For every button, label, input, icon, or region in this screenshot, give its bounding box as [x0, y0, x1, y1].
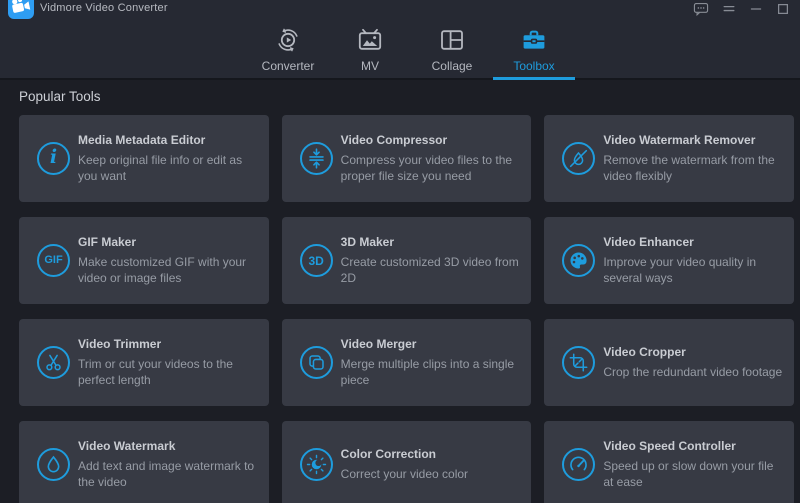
tab-converter[interactable]: Converter [247, 14, 329, 80]
compress-icon [300, 142, 333, 175]
tool-title: Video Speed Controller [603, 439, 783, 454]
speedometer-icon [562, 448, 595, 481]
tool-card-media-metadata-editor[interactable]: i Media Metadata Editor Keep original fi… [19, 115, 269, 202]
watermark-remover-icon [562, 142, 595, 175]
tool-description: Improve your video quality in several wa… [603, 254, 783, 286]
tab-label: Collage [432, 59, 473, 73]
window-controls [693, 2, 790, 16]
tool-description: Remove the watermark from the video flex… [603, 152, 783, 184]
tool-title: Media Metadata Editor [78, 133, 258, 148]
tab-label: Converter [262, 59, 315, 73]
section-title: Popular Tools [19, 89, 800, 105]
main-tabs: Converter MV Collage Toolbox [247, 14, 575, 80]
tool-description: Keep original file info or edit as you w… [78, 152, 258, 184]
tab-label: MV [361, 59, 379, 73]
sun-icon [300, 448, 333, 481]
tool-description: Crop the redundant video footage [603, 364, 782, 380]
tool-card-video-watermark-remover[interactable]: Video Watermark Remover Remove the water… [544, 115, 794, 202]
water-drop-icon [37, 448, 70, 481]
window-title: Vidmore Video Converter [40, 2, 168, 14]
merge-icon [300, 346, 333, 379]
crop-icon [562, 346, 595, 379]
tool-title: Video Watermark Remover [603, 133, 783, 148]
tool-description: Compress your video files to the proper … [341, 152, 521, 184]
collage-icon [439, 27, 465, 53]
tab-mv[interactable]: MV [329, 14, 411, 80]
tool-title: Color Correction [341, 447, 468, 462]
tool-card-gif-maker[interactable]: GIF GIF Maker Make customized GIF with y… [19, 217, 269, 304]
tool-description: Correct your video color [341, 466, 468, 482]
app-logo-icon [8, 0, 34, 19]
tool-title: GIF Maker [78, 235, 258, 250]
tool-description: Add text and image watermark to the vide… [78, 458, 258, 490]
gif-icon: GIF [37, 244, 70, 277]
tool-title: 3D Maker [341, 235, 521, 250]
tool-title: Video Trimmer [78, 337, 258, 352]
maximize-icon[interactable] [776, 2, 790, 16]
tool-title: Video Merger [341, 337, 521, 352]
feedback-icon[interactable] [693, 2, 709, 16]
tool-card-color-correction[interactable]: Color Correction Correct your video colo… [282, 421, 532, 503]
palette-icon [562, 244, 595, 277]
converter-icon [275, 27, 301, 53]
tool-title: Video Cropper [603, 345, 782, 360]
tool-description: Trim or cut your videos to the perfect l… [78, 356, 258, 388]
minimize-icon[interactable] [749, 2, 763, 16]
toolbox-icon [521, 27, 547, 53]
tab-collage[interactable]: Collage [411, 14, 493, 80]
tool-card-video-watermark[interactable]: Video Watermark Add text and image water… [19, 421, 269, 503]
app-window: Vidmore Video Converter Converter MV Col… [0, 0, 800, 503]
menu-icon[interactable] [722, 2, 736, 16]
tool-card-video-enhancer[interactable]: Video Enhancer Improve your video qualit… [544, 217, 794, 304]
tool-description: Make customized GIF with your video or i… [78, 254, 258, 286]
tool-title: Video Enhancer [603, 235, 783, 250]
toolbox-panel: Popular Tools i Media Metadata Editor Ke… [0, 80, 800, 503]
tool-card-video-speed-controller[interactable]: Video Speed Controller Speed up or slow … [544, 421, 794, 503]
3d-icon: 3D [300, 244, 333, 277]
tool-card-video-merger[interactable]: Video Merger Merge multiple clips into a… [282, 319, 532, 406]
info-icon: i [37, 142, 70, 175]
tool-card-video-cropper[interactable]: Video Cropper Crop the redundant video f… [544, 319, 794, 406]
tab-toolbox[interactable]: Toolbox [493, 14, 575, 80]
tool-title: Video Compressor [341, 133, 521, 148]
tool-card-video-compressor[interactable]: Video Compressor Compress your video fil… [282, 115, 532, 202]
tool-card-3d-maker[interactable]: 3D 3D Maker Create customized 3D video f… [282, 217, 532, 304]
mv-icon [357, 27, 383, 53]
scissors-icon [37, 346, 70, 379]
tool-title: Video Watermark [78, 439, 258, 454]
tool-description: Merge multiple clips into a single piece [341, 356, 521, 388]
tool-grid: i Media Metadata Editor Keep original fi… [19, 115, 794, 503]
tool-description: Speed up or slow down your file at ease [603, 458, 783, 490]
title-bar: Vidmore Video Converter Converter MV Col… [0, 0, 800, 80]
tab-label: Toolbox [513, 59, 554, 73]
tool-description: Create customized 3D video from 2D [341, 254, 521, 286]
tool-card-video-trimmer[interactable]: Video Trimmer Trim or cut your videos to… [19, 319, 269, 406]
